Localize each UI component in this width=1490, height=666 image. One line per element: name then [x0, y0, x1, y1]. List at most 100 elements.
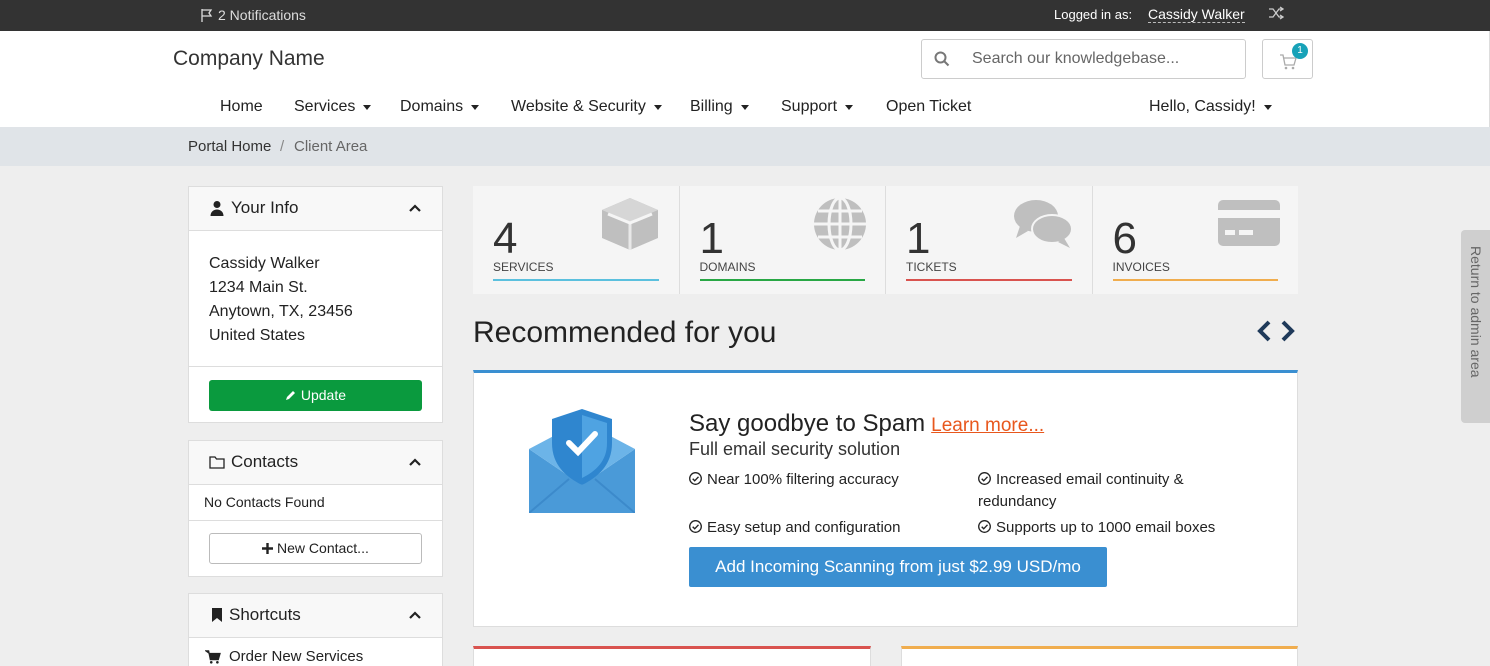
your-info-title: Your Info — [231, 198, 299, 217]
tickets-bar — [906, 279, 1072, 281]
chevron-up-icon[interactable] — [408, 608, 422, 622]
check-circle-icon — [978, 472, 991, 485]
breadcrumb: Portal Home / Client Area — [0, 127, 1490, 166]
search-input[interactable] — [962, 40, 1242, 78]
folder-icon — [209, 456, 225, 469]
info-address2: Anytown, TX, 23456 — [209, 303, 353, 320]
shortcuts-header[interactable]: Shortcuts — [189, 594, 442, 638]
your-info-body: Cassidy Walker 1234 Main St. Anytown, TX… — [189, 231, 442, 367]
invoices-bar — [1112, 279, 1278, 281]
domains-label: DOMAINS — [699, 260, 756, 274]
new-contact-label: New Contact... — [277, 540, 369, 556]
nav-support[interactable]: Support — [781, 98, 854, 116]
check-circle-icon — [689, 520, 702, 533]
check-circle-icon — [978, 520, 991, 533]
chevron-up-icon[interactable] — [408, 455, 422, 469]
chevron-down-icon — [363, 104, 372, 110]
services-bar — [493, 279, 659, 281]
update-button[interactable]: Update — [209, 380, 422, 411]
new-contact-button[interactable]: New Contact... — [209, 533, 422, 564]
promo-subtitle: Full email security solution — [689, 439, 901, 459]
plus-icon — [262, 543, 274, 554]
chevron-right-icon[interactable] — [1278, 320, 1296, 342]
your-info-header[interactable]: Your Info — [189, 187, 442, 231]
recommended-title: Recommended for you — [473, 316, 777, 349]
chevron-down-icon — [740, 104, 749, 110]
tile-invoices[interactable]: 6 INVOICES — [1092, 186, 1298, 294]
logged-in-label: Logged in as: — [1054, 7, 1133, 22]
tile-tickets[interactable]: 1 TICKETS — [886, 186, 1093, 294]
contacts-title: Contacts — [231, 452, 299, 471]
comments-icon — [1013, 200, 1073, 248]
contacts-header[interactable]: Contacts — [189, 441, 442, 485]
notifications-link[interactable]: 2 Notifications — [200, 7, 306, 23]
info-country: United States — [209, 327, 306, 344]
nav-website-security[interactable]: Website & Security — [511, 98, 662, 116]
shopping-cart-icon — [205, 649, 221, 664]
promo-card: Say goodbye to Spam Learn more... Full em… — [473, 370, 1298, 627]
promo-headline: Say goodbye to Spam Learn more... — [689, 410, 1045, 437]
chevron-left-icon[interactable] — [1256, 320, 1274, 342]
bookmark-icon — [212, 608, 222, 622]
feature-item: Increased email continuity & redundancy — [978, 471, 1184, 510]
credit-card-icon — [1218, 200, 1280, 246]
check-circle-icon — [689, 472, 702, 485]
shortcuts-title: Shortcuts — [229, 605, 301, 624]
no-contacts-text: No Contacts Found — [189, 485, 442, 521]
cart-count-badge: 1 — [1292, 43, 1308, 59]
globe-icon — [814, 196, 866, 252]
services-label: SERVICES — [493, 260, 554, 274]
chevron-down-icon — [653, 104, 662, 110]
nav-home[interactable]: Home — [220, 98, 263, 116]
site-header: Company Name 1 Home Services Domains Web… — [0, 31, 1490, 127]
bottom-panel-left — [473, 646, 871, 666]
add-incoming-scanning-button[interactable]: Add Incoming Scanning from just $2.99 US… — [689, 547, 1107, 587]
chevron-down-icon — [471, 104, 480, 110]
chevron-up-icon[interactable] — [408, 201, 422, 215]
top-bar: 2 Notifications Logged in as: Cassidy Wa… — [0, 0, 1490, 31]
invoices-label: INVOICES — [1112, 260, 1170, 274]
chevron-down-icon — [845, 104, 854, 110]
search-icon — [934, 51, 950, 67]
tickets-count: 1 — [906, 214, 931, 263]
services-count: 4 — [493, 214, 518, 263]
notifications-label: 2 Notifications — [218, 7, 306, 23]
cart-button[interactable]: 1 — [1262, 39, 1313, 79]
chevron-down-icon — [1263, 104, 1272, 110]
nav-domains[interactable]: Domains — [400, 98, 480, 116]
nav-user-menu[interactable]: Hello, Cassidy! — [1149, 98, 1272, 116]
shortcut-order-new-services[interactable]: Order New Services — [205, 648, 363, 665]
invoices-count: 6 — [1112, 214, 1137, 263]
flag-icon — [201, 9, 213, 22]
feature-item: Near 100% filtering accuracy — [689, 469, 899, 491]
tickets-label: TICKETS — [906, 260, 957, 274]
learn-more-link[interactable]: Learn more... — [931, 415, 1044, 436]
return-to-admin-label: Return to admin area — [1468, 246, 1484, 378]
nav-open-ticket[interactable]: Open Ticket — [886, 98, 971, 116]
switch-user-icon[interactable] — [1268, 6, 1285, 23]
feature-item: Easy setup and configuration — [689, 517, 900, 539]
info-address1: 1234 Main St. — [209, 279, 308, 296]
shortcut-label: Order New Services — [229, 648, 364, 665]
domains-bar — [699, 279, 865, 281]
feature-item: Supports up to 1000 email boxes — [978, 517, 1215, 539]
cube-icon — [601, 198, 658, 250]
bottom-panel-right — [901, 646, 1298, 666]
breadcrumb-home[interactable]: Portal Home — [188, 138, 271, 155]
return-to-admin-tab[interactable]: Return to admin area — [1461, 230, 1490, 423]
shortcuts-panel: Shortcuts Order New Services — [188, 593, 443, 666]
info-name: Cassidy Walker — [209, 255, 320, 272]
breadcrumb-separator: / — [280, 138, 285, 155]
tile-domains[interactable]: 1 DOMAINS — [679, 186, 886, 294]
tile-services[interactable]: 4 SERVICES — [473, 186, 680, 294]
your-info-panel: Your Info Cassidy Walker 1234 Main St. A… — [188, 186, 443, 423]
nav-billing[interactable]: Billing — [690, 98, 749, 116]
brand-logo[interactable]: Company Name — [173, 47, 325, 71]
breadcrumb-current: Client Area — [294, 138, 368, 155]
logged-in-user-link[interactable]: Cassidy Walker — [1148, 6, 1245, 23]
pencil-icon — [285, 391, 295, 400]
carousel-arrows — [1256, 320, 1298, 344]
email-security-icon — [529, 409, 635, 513]
knowledgebase-search[interactable] — [921, 39, 1246, 79]
nav-services[interactable]: Services — [294, 98, 372, 116]
